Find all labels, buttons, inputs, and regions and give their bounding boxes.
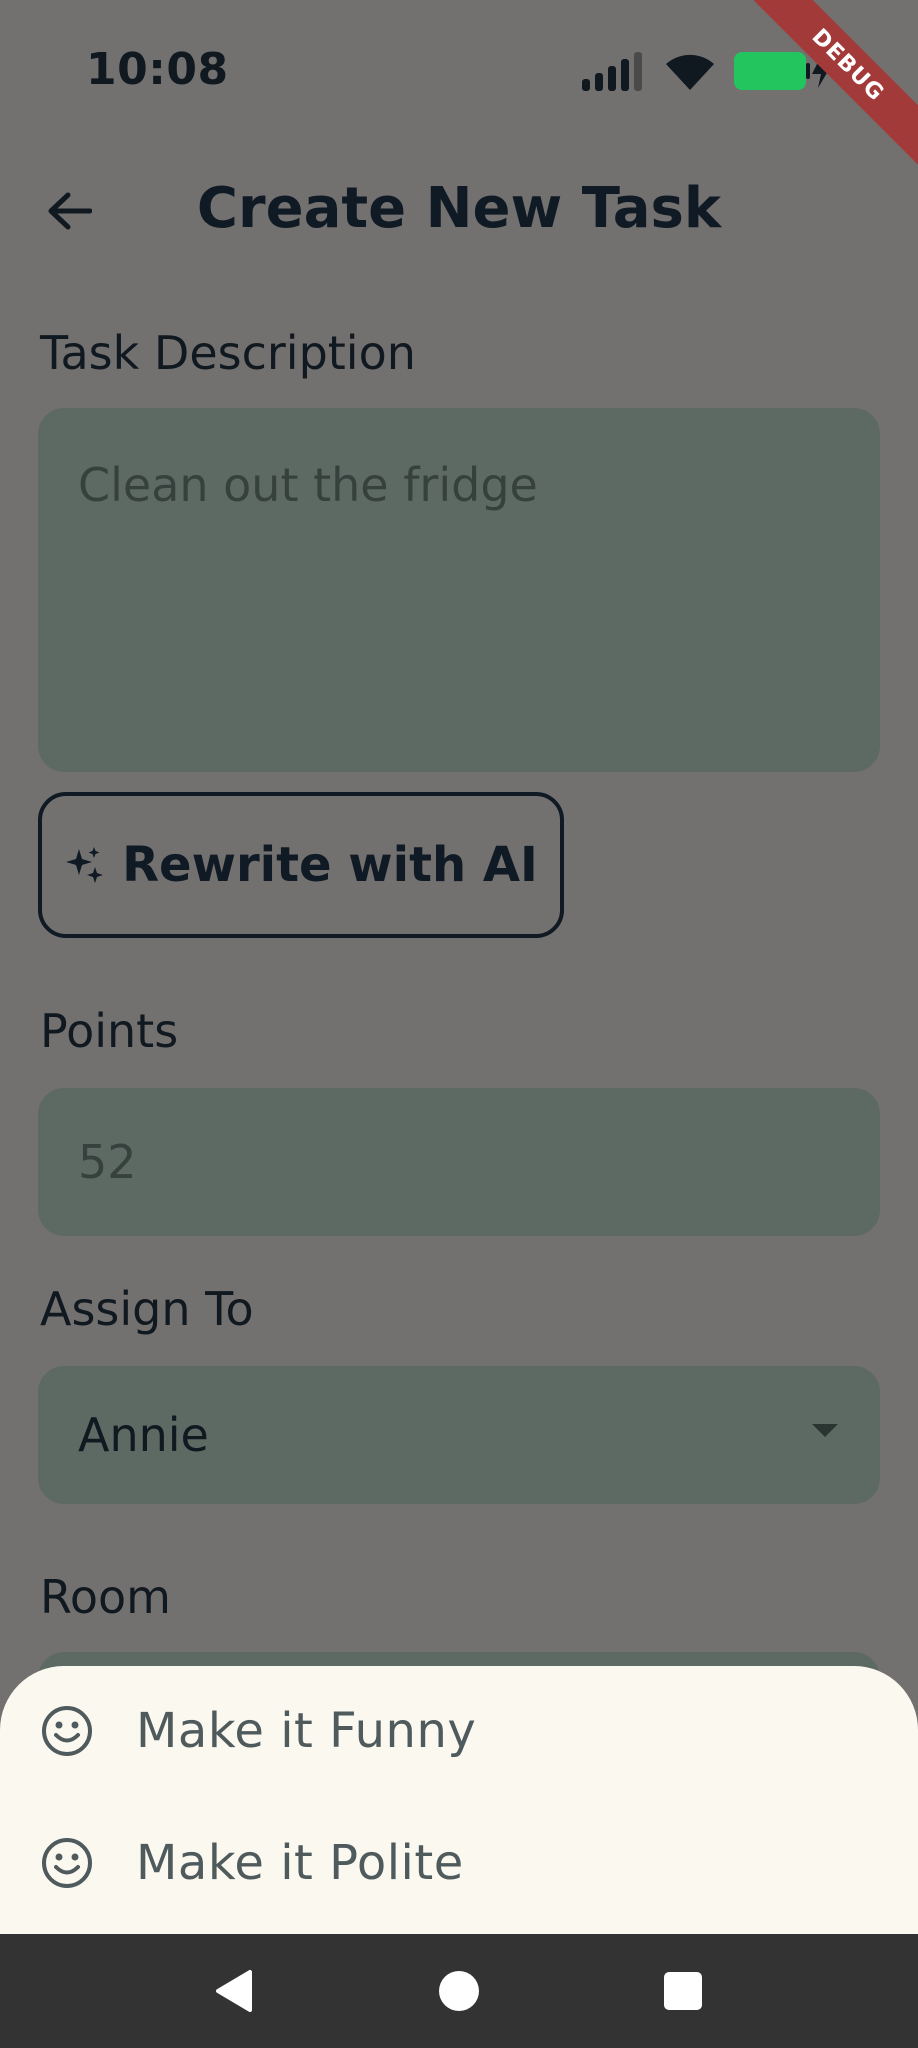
sparkle-icon [66,847,104,883]
assign-dropdown[interactable]: Annie [38,1366,880,1504]
assign-value: Annie [78,1408,209,1462]
circle-home-icon [439,1971,479,2011]
points-field[interactable]: 52 [38,1088,880,1236]
room-label: Room [40,1570,171,1624]
dropdown-arrow-icon [812,1424,838,1437]
triangle-back-icon [216,1970,252,2012]
assign-label: Assign To [40,1282,254,1336]
smiley-icon [42,1838,92,1888]
square-recents-icon [664,1972,702,2010]
page-title: Create New Task [196,176,722,241]
points-value: 52 [78,1135,137,1189]
rewrite-options-sheet: Make it Funny Make it Polite [0,1666,918,1934]
smiley-icon [42,1706,92,1756]
wifi-icon [666,54,714,90]
screen: 10:08 DEBUG Create New Task Task Descrip… [0,0,918,2048]
description-field[interactable]: Clean out the fridge [38,408,880,772]
system-nav-bar [0,1934,918,2048]
option-label: Make it Polite [136,1835,464,1891]
nav-recents-button[interactable] [646,1954,720,2028]
points-label: Points [40,1004,179,1058]
nav-back-button[interactable] [198,1954,272,2028]
make-it-polite-option[interactable]: Make it Polite [0,1798,918,1928]
rewrite-with-ai-button[interactable]: Rewrite with AI [38,792,564,938]
status-time: 10:08 [86,44,229,95]
description-text: Clean out the fridge [78,458,538,512]
nav-home-button[interactable] [422,1954,496,2028]
description-label: Task Description [40,326,416,380]
option-label: Make it Funny [136,1703,477,1759]
make-it-funny-option[interactable]: Make it Funny [0,1666,918,1796]
status-icons [580,50,834,92]
signal-icon [582,52,642,91]
rewrite-label: Rewrite with AI [122,837,538,893]
